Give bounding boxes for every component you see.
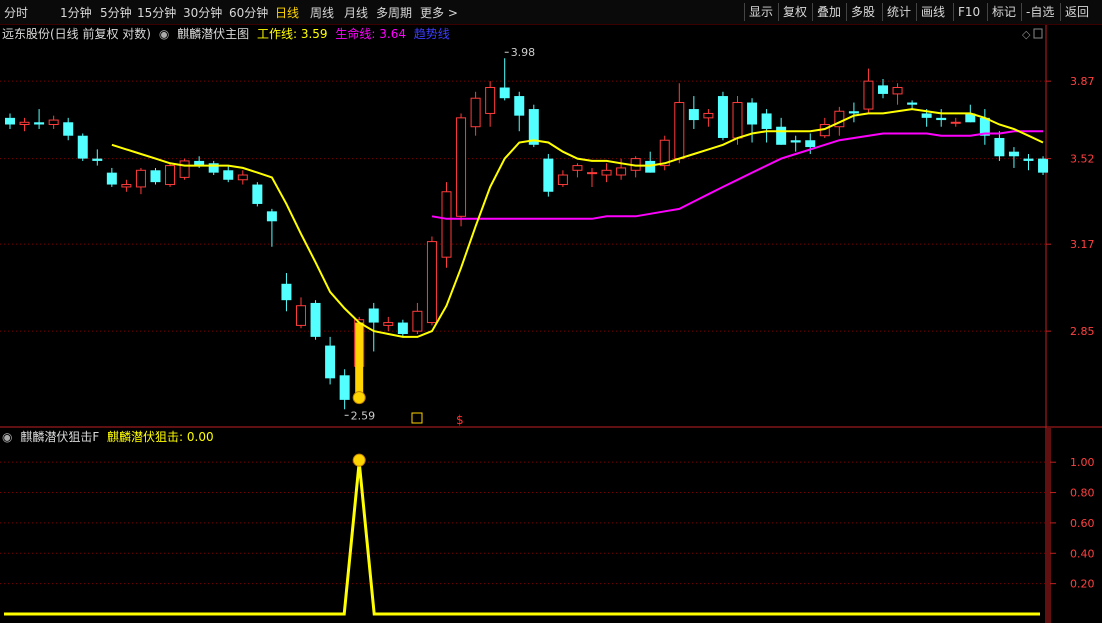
candle-body	[456, 117, 467, 217]
candle-body	[921, 113, 932, 118]
candle-body	[747, 102, 758, 125]
candle-body	[63, 122, 74, 136]
candle-body	[383, 322, 394, 326]
candle-body	[470, 97, 481, 128]
candle-body	[426, 241, 437, 324]
work-line	[111, 108, 1044, 338]
candle-body	[237, 174, 248, 181]
candle-body	[994, 137, 1005, 157]
candle-body	[412, 310, 423, 332]
candle-body	[5, 117, 15, 125]
candle-body	[688, 109, 699, 121]
diamond-icon[interactable]: ◇	[1022, 28, 1031, 41]
candle-body	[165, 165, 176, 186]
candle-body	[950, 121, 961, 124]
candle-body	[296, 305, 306, 326]
high-price-label: 3.98	[511, 46, 536, 59]
candle-body	[77, 135, 88, 159]
candle-body	[266, 211, 277, 222]
signal-bar	[355, 322, 364, 394]
candle-body	[790, 140, 801, 143]
candle-body	[572, 165, 583, 171]
candle-body	[674, 102, 685, 160]
candle-body	[805, 140, 816, 148]
candle-body	[339, 375, 350, 400]
candle-body	[878, 85, 888, 94]
price-tick-label: 2.85	[1070, 325, 1095, 338]
candle-body	[34, 122, 45, 125]
money-bag-icon	[352, 391, 366, 405]
candle-body	[48, 119, 59, 126]
candle-body	[121, 184, 132, 188]
price-tick-label: 3.52	[1070, 153, 1095, 166]
candle-body	[1038, 158, 1049, 173]
candle-body	[1008, 151, 1019, 157]
low-price-label: 2.59	[351, 409, 376, 422]
candle-body	[557, 174, 568, 186]
candles: 3.98 2.59 $	[5, 46, 1049, 427]
candle-body	[252, 184, 263, 204]
candle-body	[907, 102, 918, 105]
money-bag-icon	[352, 453, 366, 467]
candle-body	[135, 169, 146, 188]
candle-body	[761, 113, 772, 129]
candle-body	[1023, 158, 1034, 161]
candle-body	[717, 96, 728, 138]
candle-body	[92, 158, 103, 161]
candle-body	[397, 322, 408, 334]
candle-body	[179, 160, 190, 178]
maximize-icon[interactable]	[1033, 28, 1043, 39]
candle-body	[514, 96, 525, 116]
candle-body	[223, 170, 234, 180]
candle-body	[441, 191, 452, 258]
candle-body	[892, 87, 903, 95]
candle-body	[645, 160, 656, 173]
sniper-line	[4, 462, 1040, 616]
candle-body	[703, 112, 714, 119]
chart-frame: ◇	[0, 25, 1102, 623]
candle-body	[863, 80, 874, 110]
candle-body	[732, 102, 743, 139]
candle-body	[936, 117, 947, 121]
candle-body	[776, 126, 787, 145]
price-tick-label: 3.87	[1070, 75, 1095, 88]
dollar-marker-icon: $	[456, 413, 464, 427]
price-axis: 3.87 3.52 3.17 2.85	[1046, 75, 1095, 338]
candle-body	[106, 172, 117, 185]
sub-tick-label: 1.00	[1070, 456, 1095, 469]
chart-canvas[interactable]: ◇ 3.98 2.59 $ 3.87 3.52 3.17 2.85 1.00 0.80 0.6…	[0, 0, 1102, 623]
sub-tick-label: 0.20	[1070, 578, 1095, 591]
sub-tick-label: 0.40	[1070, 547, 1095, 560]
candle-body	[281, 283, 292, 301]
candle-body	[19, 121, 30, 126]
price-tick-label: 3.17	[1070, 238, 1095, 251]
candle-body	[543, 158, 554, 192]
candle-body	[368, 308, 379, 323]
indicator-lines	[111, 108, 1044, 338]
candle-body	[150, 170, 161, 183]
candle-body	[848, 111, 859, 114]
box-marker-icon	[411, 412, 423, 424]
sub-tick-label: 0.60	[1070, 517, 1095, 530]
sniper-panel: 1.00 0.80 0.60 0.40 0.20	[0, 453, 1095, 616]
candle-body	[499, 87, 510, 99]
candle-body	[616, 167, 627, 176]
candle-body	[485, 87, 496, 114]
candle-body	[587, 172, 597, 175]
sub-tick-label: 0.80	[1070, 487, 1095, 500]
price-grid	[0, 80, 1046, 332]
candle-body	[325, 345, 336, 379]
candle-body	[601, 169, 612, 176]
candle-body	[310, 302, 321, 337]
